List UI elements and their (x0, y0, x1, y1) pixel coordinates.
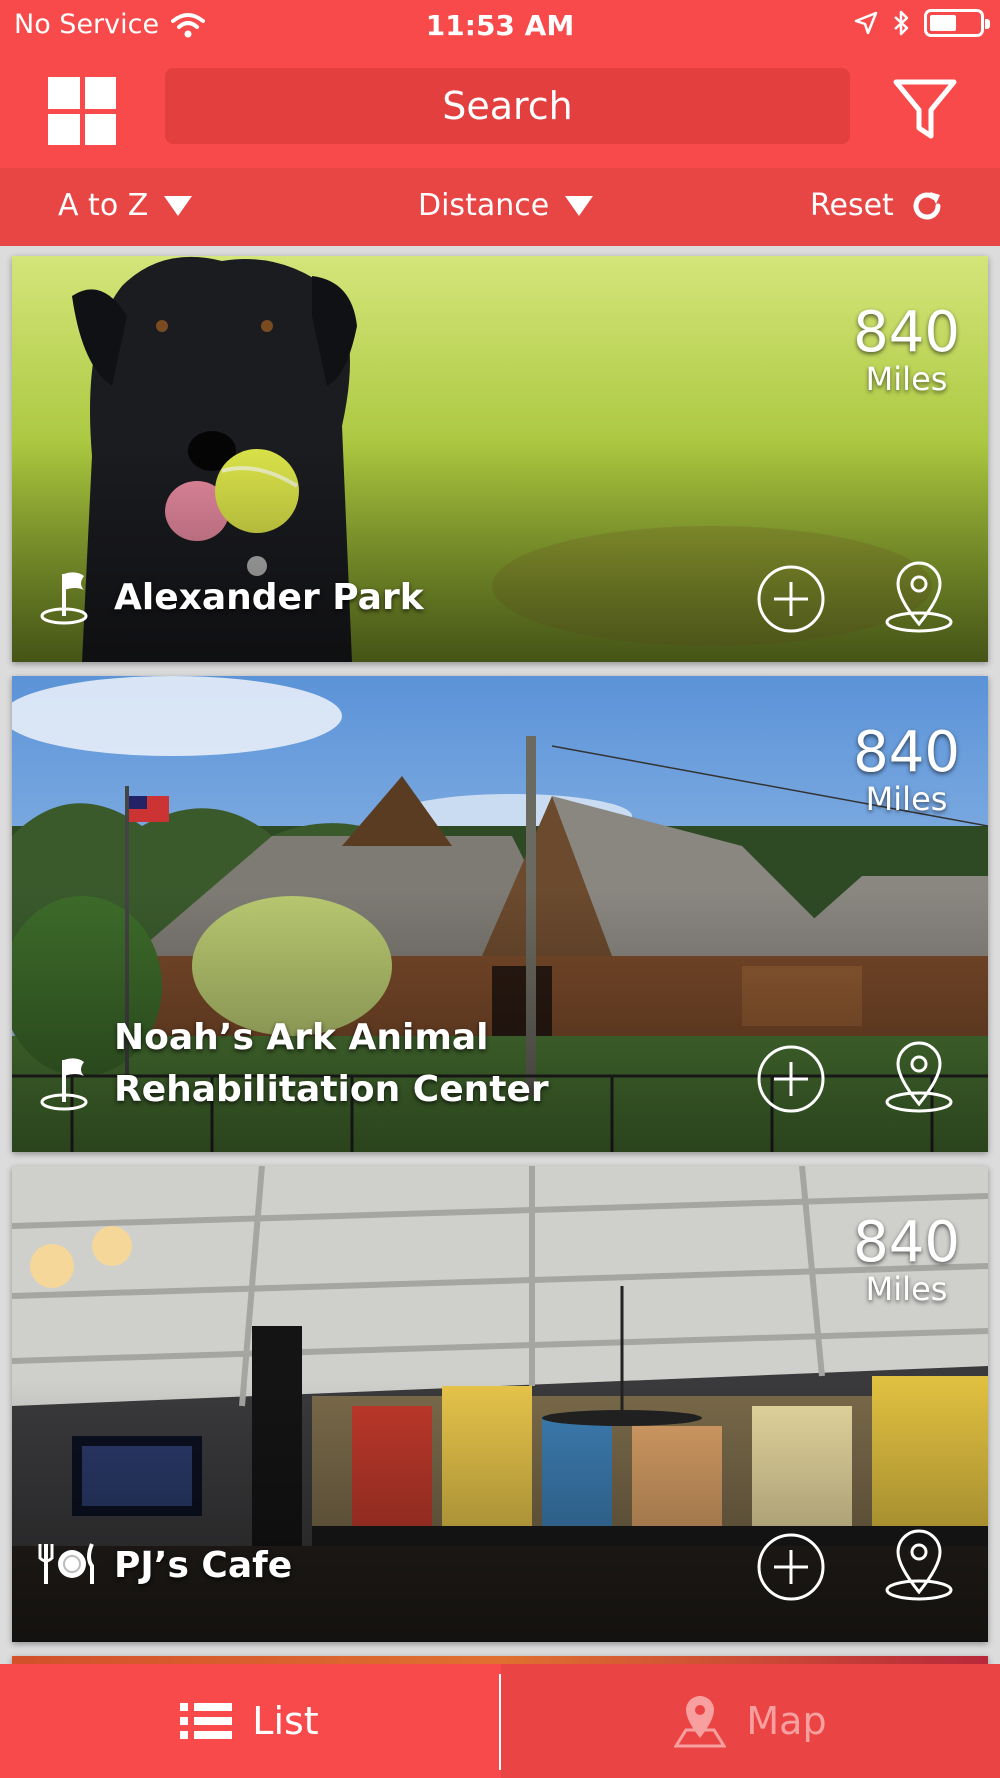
filter-icon[interactable] (892, 78, 958, 142)
map-pin-icon[interactable] (884, 1528, 954, 1602)
distance-value: 840 (853, 300, 960, 365)
place-title: Noah’s Ark Animal Rehabilitation Center (114, 1012, 549, 1116)
photo-gradient (12, 1380, 988, 1642)
add-circle-icon[interactable] (756, 564, 826, 634)
sort-az-label: A to Z (58, 188, 149, 223)
distance-badge: 840 Miles (853, 1210, 960, 1308)
status-bar: No Service 11:53 AM (0, 0, 1000, 50)
tab-list[interactable]: List (0, 1664, 499, 1778)
distance-badge: 840 Miles (853, 720, 960, 818)
place-title-line: Rehabilitation Center (114, 1069, 549, 1110)
add-circle-icon[interactable] (756, 1044, 826, 1114)
refresh-icon (913, 191, 941, 219)
place-title: PJ’s Cafe (114, 1545, 293, 1586)
flag-icon (40, 1058, 88, 1111)
reset-button[interactable]: Reset (810, 188, 944, 223)
place-card[interactable]: 840 Miles PJ’s Cafe (12, 1166, 988, 1642)
category-grid-button[interactable] (48, 77, 116, 145)
distance-unit: Miles (865, 1270, 948, 1308)
map-pin-icon[interactable] (884, 560, 954, 634)
top-app-bar: No Service 11:53 AM Search (0, 0, 1000, 168)
add-circle-icon[interactable] (756, 1532, 826, 1602)
photo-gradient (12, 438, 988, 662)
place-photo-partial (12, 1656, 988, 1664)
grid-tile (48, 113, 80, 145)
grid-tile (84, 77, 116, 109)
caret-down-icon (164, 195, 193, 216)
flag-icon (40, 572, 88, 625)
places-list[interactable]: 840 Miles Alexander Park 840 Miles Noah’… (0, 246, 1000, 1664)
map-pin-icon[interactable] (884, 1040, 954, 1114)
list-icon (180, 1703, 233, 1739)
sort-az-button[interactable]: A to Z (58, 188, 193, 223)
sort-bar: A to Z Distance Reset (0, 168, 1000, 246)
location-arrow-icon (854, 11, 878, 35)
map-pin-icon (674, 1696, 727, 1748)
battery-icon (924, 9, 990, 37)
grid-tile (48, 77, 80, 109)
bottom-tab-bar: List Map (0, 1664, 1000, 1778)
distance-badge: 840 Miles (853, 300, 960, 398)
distance-value: 840 (853, 720, 960, 785)
distance-unit: Miles (865, 360, 948, 398)
sort-distance-label: Distance (418, 188, 550, 223)
reset-label: Reset (810, 188, 894, 223)
place-card[interactable]: 840 Miles Alexander Park (12, 256, 988, 662)
distance-value: 840 (853, 1210, 960, 1275)
search-placeholder: Search (442, 84, 573, 128)
place-card[interactable] (12, 1656, 988, 1664)
tab-map[interactable]: Map (501, 1664, 1000, 1778)
distance-unit: Miles (865, 780, 948, 818)
sort-distance-button[interactable]: Distance (418, 188, 594, 223)
tab-map-label: Map (746, 1699, 827, 1743)
grid-tile (84, 113, 116, 145)
caret-down-icon (565, 195, 594, 216)
status-right (854, 9, 990, 37)
dining-icon (38, 1543, 94, 1584)
search-input[interactable]: Search (165, 68, 850, 144)
tab-list-label: List (252, 1699, 319, 1743)
place-title: Alexander Park (114, 577, 424, 618)
place-card[interactable]: 840 Miles Noah’s Ark Animal Rehabilitati… (12, 676, 988, 1152)
bluetooth-icon (894, 10, 909, 36)
place-title-line: Noah’s Ark Animal (114, 1017, 489, 1058)
status-time: 11:53 AM (425, 9, 575, 42)
